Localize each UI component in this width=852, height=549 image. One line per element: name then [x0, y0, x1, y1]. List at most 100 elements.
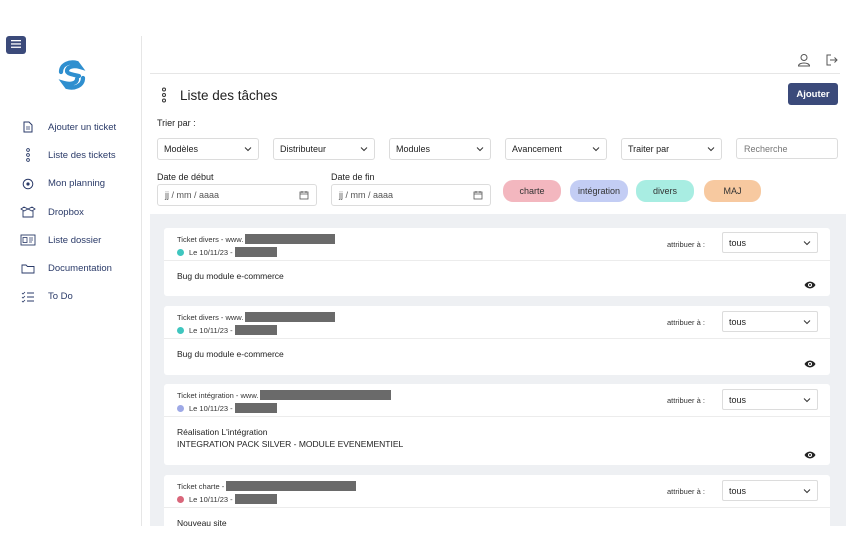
folder-icon [18, 261, 38, 277]
sidebar-divider [141, 36, 142, 526]
redacted-text [234, 494, 277, 504]
redacted-text [260, 390, 392, 400]
date-placeholder: jj / mm / aaaa [165, 190, 220, 200]
sidebar-item-label: Mon planning [48, 178, 106, 190]
ticket-body: Bug du module e-commerce [177, 271, 284, 281]
sidebar-item-planning[interactable]: Mon planning [18, 170, 140, 198]
assign-select[interactable]: tous [722, 389, 818, 410]
filter-handled-by-select[interactable]: Traiter par [621, 138, 722, 160]
redacted-text [245, 312, 336, 322]
select-value: tous [729, 394, 747, 405]
assign-label: attribuer à : [667, 240, 705, 249]
chevron-down-icon [360, 147, 368, 152]
sidebar-item-ticket-list[interactable]: Liste des tickets [18, 141, 140, 169]
ticket-body: Bug du module e-commerce [177, 349, 284, 359]
sidebar-item-label: Ajouter un ticket [48, 121, 117, 133]
redacted-text [245, 234, 336, 244]
eye-icon[interactable] [804, 359, 816, 369]
end-date-field[interactable]: jj / mm / aaaa [331, 184, 491, 206]
calendar-icon [299, 191, 309, 200]
redacted-text [234, 247, 277, 257]
header-divider [150, 73, 840, 74]
sidebar-item-folder-list[interactable]: Liste dossier [18, 226, 140, 254]
search-input[interactable] [736, 138, 838, 159]
sidebar-item-label: Liste des tickets [48, 149, 116, 161]
logo [56, 58, 88, 92]
assign-label: attribuer à : [667, 396, 705, 405]
date-placeholder: jj / mm / aaaa [339, 190, 394, 200]
user-icon[interactable] [796, 52, 812, 68]
chevron-down-icon [803, 488, 811, 493]
assign-select[interactable]: tous [722, 311, 818, 332]
logo-icon [58, 60, 86, 90]
ticket-card[interactable]: Ticket divers - www. Le 10/11/23 - attri… [164, 228, 830, 296]
assign-select[interactable]: tous [722, 480, 818, 501]
ticket-body: Nouveau site [177, 518, 227, 526]
end-date-label: Date de fin [331, 172, 375, 182]
sidebar-item-label: Liste dossier [48, 234, 102, 246]
top-actions [796, 52, 840, 68]
select-value: tous [729, 316, 747, 327]
category-pill-charte[interactable]: charte [503, 180, 561, 202]
ticket-type: Ticket intégration - www. [177, 390, 392, 400]
chevron-down-icon [803, 319, 811, 324]
ticket-list: Ticket divers - www. Le 10/11/23 - attri… [150, 214, 846, 526]
sidebar-item-documentation[interactable]: Documentation [18, 254, 140, 282]
eye-icon[interactable] [804, 450, 816, 460]
page-title: Liste des tâches [180, 87, 278, 103]
start-date-field[interactable]: jj / mm / aaaa [157, 184, 317, 206]
sidebar-item-dropbox[interactable]: Dropbox [18, 198, 140, 226]
ticket-date: Le 10/11/23 - [177, 494, 277, 504]
sort-label: Trier par : [157, 118, 196, 128]
ticket-type: Ticket divers - www. [177, 234, 336, 244]
sidebar-nav: Ajouter un ticket Liste des tickets Mon … [18, 113, 140, 311]
select-value: Modules [396, 144, 431, 154]
sidebar-item-todo[interactable]: To Do [18, 283, 140, 311]
select-value: tous [729, 237, 747, 248]
select-value: tous [729, 485, 747, 496]
chevron-down-icon [476, 147, 484, 152]
checklist-icon [18, 289, 38, 305]
filter-progress-select[interactable]: Avancement [505, 138, 607, 160]
status-dot [177, 326, 184, 334]
category-pill-integration[interactable]: intégration [570, 180, 628, 202]
filter-models-select[interactable]: Modèles [157, 138, 259, 160]
eye-icon[interactable] [804, 280, 816, 290]
add-button[interactable]: Ajouter [788, 83, 838, 105]
assign-select[interactable]: tous [722, 232, 818, 253]
redacted-text [234, 325, 277, 335]
status-dot [177, 404, 184, 412]
logout-icon[interactable] [824, 52, 840, 68]
calendar-icon [473, 191, 483, 200]
redacted-text [226, 481, 357, 491]
ticket-body: Réalisation L'intégration INTEGRATION PAC… [177, 427, 404, 449]
ticket-type: Ticket divers - www. [177, 312, 336, 322]
assign-label: attribuer à : [667, 318, 705, 327]
ticket-date: Le 10/11/23 - [177, 403, 277, 413]
select-value: Modèles [164, 144, 199, 154]
chevron-down-icon [803, 240, 811, 245]
dots-vertical-icon [18, 147, 38, 163]
ticket-card[interactable]: Ticket divers - www. Le 10/11/23 - attri… [164, 306, 830, 375]
chevron-down-icon [592, 147, 600, 152]
menu-toggle-button[interactable] [6, 36, 26, 54]
target-icon [18, 176, 38, 192]
ticket-card[interactable]: Ticket charte - Le 10/11/23 - attribuer … [164, 475, 830, 526]
sidebar-item-label: Dropbox [48, 206, 84, 218]
filter-modules-select[interactable]: Modules [389, 138, 491, 160]
page-header: Liste des tâches [158, 86, 278, 104]
select-value: Distributeur [280, 144, 327, 154]
ticket-card[interactable]: Ticket intégration - www. Le 10/11/23 - … [164, 384, 830, 465]
category-pill-maj[interactable]: MAJ [704, 180, 761, 202]
dots-vertical-icon [158, 86, 170, 104]
sidebar-item-label: Documentation [48, 263, 112, 275]
box-icon [18, 204, 38, 220]
start-date-label: Date de début [157, 172, 214, 182]
category-pill-divers[interactable]: divers [636, 180, 694, 202]
chevron-down-icon [244, 147, 252, 152]
status-dot [177, 495, 184, 503]
filter-distributor-select[interactable]: Distributeur [273, 138, 375, 160]
hamburger-icon [11, 40, 21, 48]
select-value: Avancement [512, 144, 562, 154]
sidebar-item-add-ticket[interactable]: Ajouter un ticket [18, 113, 140, 141]
